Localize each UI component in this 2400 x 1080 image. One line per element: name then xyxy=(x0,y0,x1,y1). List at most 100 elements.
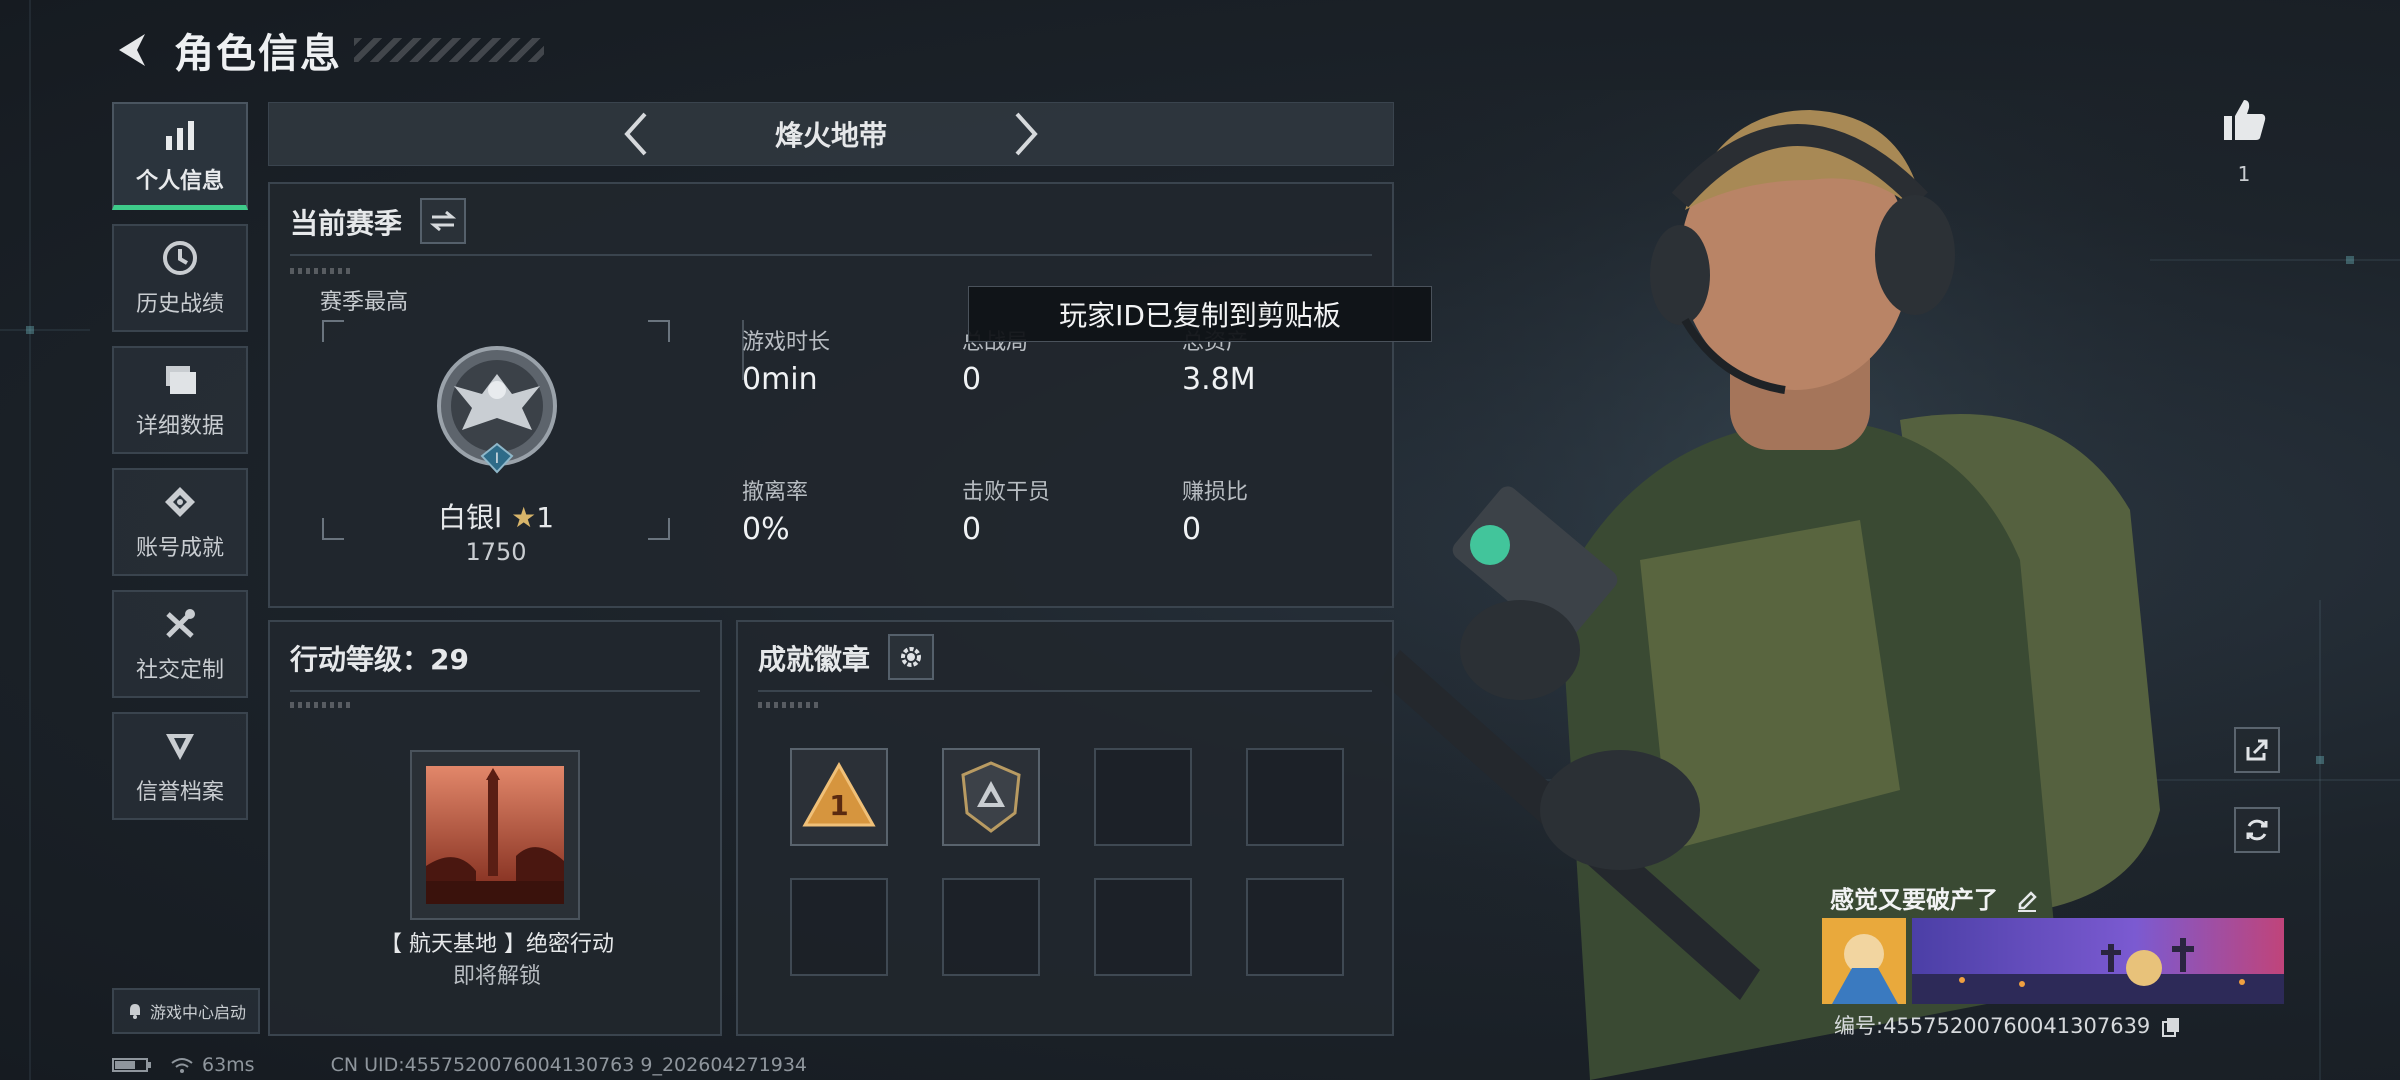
operation-level-panel: 行动等级：29 【 航天基地 】绝密行动 即将解锁 xyxy=(268,620,722,1036)
sidebar-item-label: 社交定制 xyxy=(135,658,224,683)
thumbs-up-icon xyxy=(2224,100,2266,140)
tools-icon xyxy=(160,604,200,644)
badge-slot-empty[interactable] xyxy=(942,878,1040,976)
sidebar-item-personal-info[interactable]: 个人信息 xyxy=(112,102,248,210)
chevron-right-icon xyxy=(1015,112,1038,156)
season-switch-button[interactable] xyxy=(420,198,466,244)
decoration xyxy=(758,702,818,708)
banner-image xyxy=(1822,918,2284,1004)
badge-slot[interactable] xyxy=(942,748,1040,846)
copy-toast: 玩家ID已复制到剪贴板 xyxy=(968,286,1432,342)
stat-label-extract-rate: 撤离率 xyxy=(742,480,809,505)
badge-slot-empty[interactable] xyxy=(1094,748,1192,846)
achievement-badges-panel: 成就徽章 1 xyxy=(736,620,1394,1036)
chevron-left-icon xyxy=(624,112,647,156)
page-header: 角色信息 xyxy=(110,20,544,80)
folder-icon xyxy=(160,360,200,400)
sidebar-item-label: 个人信息 xyxy=(135,168,224,194)
refresh-icon xyxy=(2246,819,2268,841)
copy-icon[interactable] xyxy=(2161,1016,2181,1038)
sidebar-item-credit[interactable]: 信誉档案 xyxy=(112,712,248,820)
rank-frame: I 白银I ★1 1750 xyxy=(322,320,670,566)
player-id: 编号:455752007600413076​39 xyxy=(1834,1014,2151,1038)
ping-value: 63ms xyxy=(202,1054,255,1076)
stat-value-assets: 3.8M xyxy=(1182,362,1256,397)
badge-slot[interactable]: 1 xyxy=(790,748,888,846)
uid-text: CN UID:4557520076004130763 9_20260427193… xyxy=(330,1054,808,1076)
game-center-launch-button[interactable]: 游戏中心启动 xyxy=(112,988,260,1034)
star-icon: ★ xyxy=(511,501,537,534)
badge-settings-button[interactable] xyxy=(888,634,934,680)
badge-shield-icon xyxy=(961,761,1021,833)
badge-slot-empty[interactable] xyxy=(1094,878,1192,976)
share-button[interactable] xyxy=(2234,727,2280,773)
stat-label-playtime: 游戏时长 xyxy=(742,330,831,355)
space-base-image xyxy=(426,766,564,904)
rank-line: 白银I ★1 xyxy=(322,496,670,536)
sidebar-item-achievements[interactable]: 账号成就 xyxy=(112,468,248,576)
title-decoration xyxy=(354,38,544,62)
season-best-label: 赛季最高 xyxy=(320,290,409,315)
sidebar: 个人信息 历史战绩 详细数据 账号成就 社交定制 信誉档案 xyxy=(112,102,248,834)
sidebar-item-label: 信誉档案 xyxy=(135,780,224,805)
sidebar-item-history[interactable]: 历史战绩 xyxy=(112,224,248,332)
season-panel: 当前赛季 赛季最高 I 白银I ★1 1750 游戏时长 0min 总战局 0 … xyxy=(268,182,1394,608)
achievements-title: 成就徽章 xyxy=(758,643,871,676)
sidebar-item-label: 详细数据 xyxy=(135,414,224,439)
sidebar-item-label: 账号成就 xyxy=(135,536,224,561)
rank-stars: 1 xyxy=(536,501,555,534)
divider xyxy=(290,690,700,692)
mode-name: 烽火地带 xyxy=(774,119,887,152)
launch-label: 游戏中心启动 xyxy=(149,1003,246,1022)
sidebar-item-details[interactable]: 详细数据 xyxy=(112,346,248,454)
wifi-icon xyxy=(171,1058,193,1073)
sidebar-item-label: 历史战绩 xyxy=(135,292,224,317)
like-button[interactable]: 1 xyxy=(2214,96,2274,186)
rank-name: 白银I xyxy=(437,501,503,534)
gear-icon xyxy=(901,647,921,667)
decoration xyxy=(290,702,350,708)
shield-icon xyxy=(160,726,200,766)
divider xyxy=(290,254,1372,256)
mission-status: 即将解锁 xyxy=(452,964,541,989)
battery-icon xyxy=(112,1058,151,1072)
status-bar: 63ms CN UID:4557520076004130763 9_202604… xyxy=(112,1054,807,1076)
mode-selector: 烽火地带 xyxy=(268,102,1394,166)
badge-slot-empty[interactable] xyxy=(1246,878,1344,976)
like-count: 1 xyxy=(2237,162,2251,186)
back-button[interactable] xyxy=(110,27,156,73)
stat-value-extract-rate: 0% xyxy=(742,512,790,547)
stat-value-matches: 0 xyxy=(962,362,982,397)
next-mode-button[interactable] xyxy=(996,104,1056,164)
season-title: 当前赛季 xyxy=(290,207,403,240)
sidebar-item-social[interactable]: 社交定制 xyxy=(112,590,248,698)
swap-icon xyxy=(430,210,456,232)
badge-numeral: 1 xyxy=(829,789,848,822)
operation-level-title: 行动等级：29 xyxy=(290,643,469,676)
rank-tier-numeral: I xyxy=(495,451,499,467)
clock-icon xyxy=(160,238,200,278)
achievement-icon xyxy=(160,482,200,522)
page-title: 角色信息 xyxy=(174,31,342,77)
badge-slot-empty[interactable] xyxy=(790,878,888,976)
bell-icon xyxy=(129,1004,140,1019)
stat-label-profit-ratio: 赚损比 xyxy=(1182,480,1249,505)
signature-text: 感觉又要破产了 xyxy=(1830,886,1998,914)
stat-value-profit-ratio: 0 xyxy=(1182,512,1202,547)
stat-label-kills: 击败干员 xyxy=(962,480,1051,505)
decoration xyxy=(290,268,350,274)
mission-name: 【 航天基地 】绝密行动 xyxy=(380,932,614,957)
mission-thumbnail[interactable] xyxy=(410,750,580,920)
share-icon xyxy=(2246,739,2268,761)
badge-slot-empty[interactable] xyxy=(1246,748,1344,846)
edit-icon[interactable] xyxy=(2016,890,2038,912)
stat-value-playtime: 0min xyxy=(742,362,818,397)
player-id-row[interactable]: 编号:455752007600413076​39 xyxy=(1834,1010,2181,1040)
prev-mode-button[interactable] xyxy=(606,104,666,164)
badge-level-one-icon: 1 xyxy=(802,761,876,827)
refresh-button[interactable] xyxy=(2234,807,2280,853)
profile-banner[interactable] xyxy=(1822,918,2284,1004)
rank-emblem-icon: I xyxy=(437,346,557,474)
stat-value-kills: 0 xyxy=(962,512,982,547)
divider xyxy=(758,690,1372,692)
